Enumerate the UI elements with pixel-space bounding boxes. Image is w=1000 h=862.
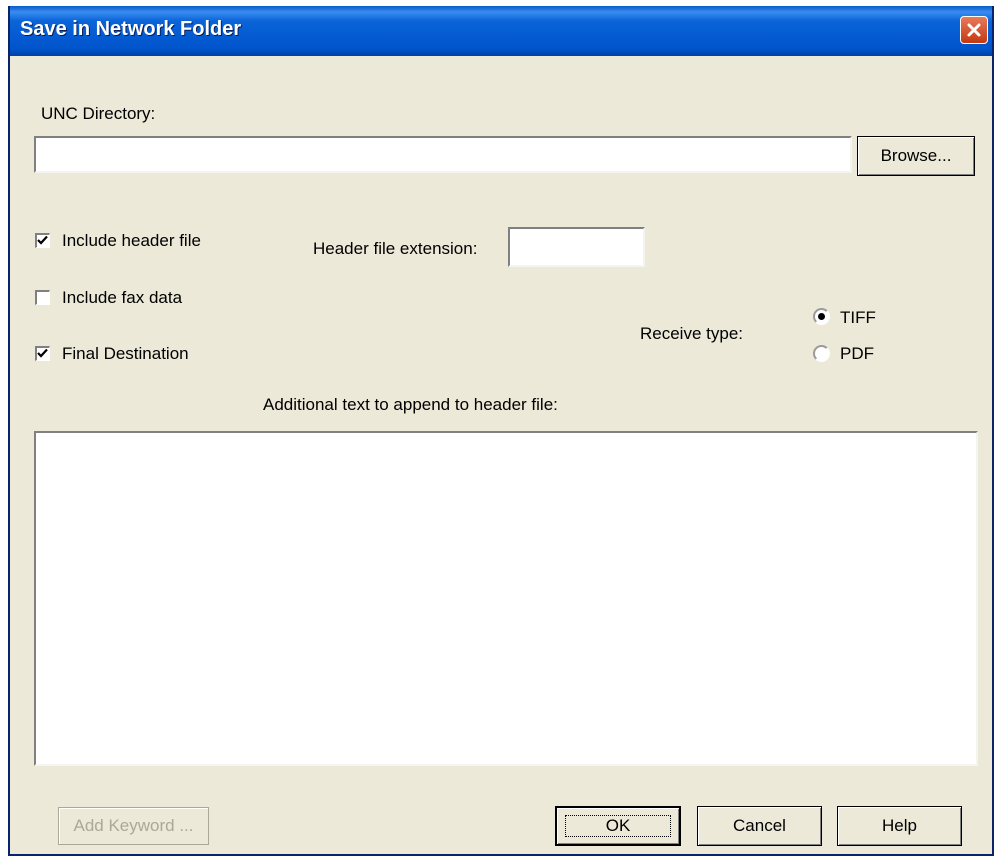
- unc-directory-label: UNC Directory:: [41, 104, 156, 123]
- cancel-label: Cancel: [733, 816, 786, 835]
- final-destination-label[interactable]: Final Destination: [62, 344, 189, 364]
- help-label: Help: [882, 816, 917, 835]
- additional-text-label: Additional text to append to header file…: [263, 395, 558, 414]
- radio-dot-icon: [818, 313, 825, 320]
- browse-button-label: Browse...: [880, 146, 952, 165]
- help-button[interactable]: Help: [837, 806, 962, 846]
- radio-pdf[interactable]: [813, 345, 830, 362]
- final-destination-checkbox[interactable]: [35, 346, 50, 361]
- include-fax-checkbox[interactable]: [35, 290, 50, 305]
- include-header-label[interactable]: Include header file: [62, 231, 201, 251]
- header-extension-input[interactable]: [508, 227, 645, 267]
- cancel-button[interactable]: Cancel: [697, 806, 822, 846]
- receive-type-label: Receive type:: [640, 324, 743, 343]
- radio-tiff[interactable]: [813, 308, 830, 325]
- close-icon: [967, 23, 981, 37]
- focus-rectangle: [565, 815, 671, 837]
- radio-pdf-label[interactable]: PDF: [840, 344, 874, 364]
- dialog-window: Save in Network Folder UNC Directory: Br…: [8, 6, 994, 856]
- header-extension-label: Header file extension:: [313, 239, 478, 258]
- window-title: Save in Network Folder: [20, 18, 242, 40]
- unc-directory-input[interactable]: [34, 136, 852, 173]
- radio-tiff-label[interactable]: TIFF: [840, 308, 876, 328]
- close-button[interactable]: [960, 16, 988, 44]
- add-keyword-label: Add Keyword ...: [73, 816, 194, 835]
- additional-text-area[interactable]: [34, 431, 978, 766]
- checkmark-icon: [37, 348, 48, 358]
- browse-button[interactable]: Browse...: [857, 136, 975, 176]
- add-keyword-button[interactable]: Add Keyword ...: [58, 807, 209, 845]
- include-header-checkbox[interactable]: [35, 233, 50, 248]
- title-bar[interactable]: Save in Network Folder: [10, 6, 992, 56]
- include-fax-label[interactable]: Include fax data: [62, 288, 182, 308]
- ok-button[interactable]: OK: [555, 806, 681, 846]
- checkmark-icon: [37, 235, 48, 245]
